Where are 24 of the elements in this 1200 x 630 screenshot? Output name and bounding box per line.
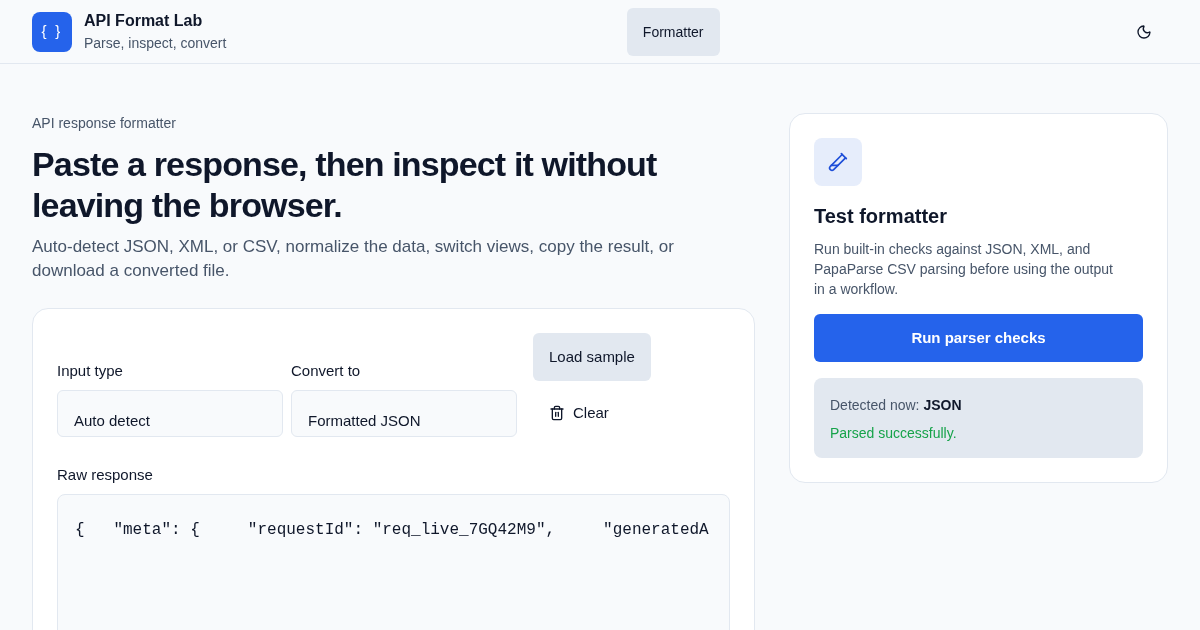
nav-tab[interactable]: Formatter	[626, 7, 720, 56]
select-field[interactable]: Formatted JSON	[291, 390, 517, 437]
eyebrow-text: API response formatter	[32, 114, 177, 133]
card-title: Test formatter	[814, 204, 948, 229]
load-sample-button[interactable]: Load sample	[533, 333, 651, 381]
app-subtitle: Parse, inspect, convert	[84, 33, 227, 53]
raw-response-text: { "meta": { "requestId": "req_live_7GQ42M9", "generatedA	[75, 521, 709, 539]
field-label: Raw response	[57, 465, 154, 485]
page-description: Auto-detect JSON, XML, or CSV, normalize the data, switch views, copy the result, or download a converted file.	[32, 236, 675, 282]
raw-response-field[interactable]: { "meta": { "requestId": "req_live_7GQ42M9", "generatedA	[57, 494, 730, 630]
logo-icon: { }	[32, 11, 72, 52]
test-tube-icon	[814, 138, 862, 186]
page-heading: Paste a response, then inspect it without leaving the browser.	[32, 144, 658, 226]
trash-icon	[549, 405, 565, 421]
select-field[interactable]: Auto detect	[57, 390, 283, 437]
clear-button[interactable]: Clear	[533, 399, 625, 427]
detected-format-text: Detected now: JSON	[830, 396, 963, 415]
card-description: Run built-in checks against JSON, XML, and PapaParse CSV parsing before using the output in a workflow.	[814, 240, 1114, 299]
moon-icon	[1136, 23, 1152, 40]
field-label: Input type	[57, 361, 124, 381]
app-title: API Format Lab	[84, 10, 204, 31]
parse-status-text: Parsed successfully.	[830, 424, 958, 443]
field-label: Convert to	[291, 361, 362, 381]
run-checks-button[interactable]: Run parser checks	[814, 314, 1143, 362]
